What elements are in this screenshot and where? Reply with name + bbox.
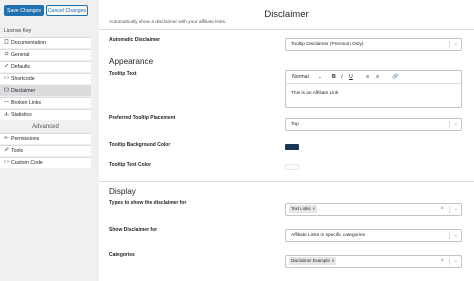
sidebar-item-label: Defaults <box>11 64 31 70</box>
key-icon <box>4 136 9 139</box>
select-separator <box>449 232 450 239</box>
sidebar-item-label: Disclaimer <box>11 88 36 94</box>
code-icon <box>4 159 9 164</box>
format-select[interactable]: Normal <box>292 74 309 80</box>
bg-color-swatch[interactable] <box>285 144 299 150</box>
appearance-heading: Appearance <box>109 57 154 66</box>
sidebar-item-documentation[interactable]: Documentation <box>0 37 91 48</box>
chevron-down-icon[interactable]: ⌄ <box>318 74 322 80</box>
broken-link-icon <box>4 101 9 102</box>
divider <box>99 29 474 30</box>
bold-icon[interactable]: B <box>332 74 336 80</box>
sidebar-item-label: Statistics <box>11 112 32 118</box>
sidebar-item-defaults[interactable]: Defaults <box>0 61 91 72</box>
tag-label: Disclaimer Example <box>291 258 330 263</box>
select-separator <box>449 41 450 48</box>
select-separator <box>449 258 450 265</box>
bg-color-label: Tooltip Background Color <box>109 142 171 148</box>
editor-toolbar: Normal ⌄ B I U ≡ ≡ 🔗 <box>286 71 461 84</box>
sidebar-item-license-key[interactable]: License Key <box>4 28 31 34</box>
page-description: Automatically show a disclaimer with you… <box>109 20 227 25</box>
sidebar-item-tools[interactable]: Tools <box>0 145 91 156</box>
chevron-down-icon: ⌄ <box>453 41 458 47</box>
save-changes-button[interactable]: Save Changes <box>4 5 44 16</box>
placement-select[interactable]: Top ⌄ <box>285 118 462 131</box>
show-for-value: Affiliate Links in specific categories <box>291 233 366 238</box>
shortcode-icon <box>4 75 9 80</box>
show-for-label: Show Disclaimer for <box>109 227 158 233</box>
tooltip-text-editor[interactable]: Normal ⌄ B I U ≡ ≡ 🔗 This is an Affiliat… <box>285 70 462 108</box>
sidebar-item-statistics[interactable]: Statistics <box>0 109 91 120</box>
sidebar-item-permissions[interactable]: Permissions <box>0 133 91 144</box>
link-icon[interactable]: 🔗 <box>392 74 398 80</box>
automatic-disclaimer-label: Automatic Disclaimer <box>109 37 161 43</box>
remove-tag-icon[interactable]: × <box>332 258 335 263</box>
chevron-down-icon: ⌄ <box>453 121 458 127</box>
clear-icon[interactable]: × <box>440 204 444 215</box>
sidebar-item-label: Custom Code <box>11 160 43 166</box>
clear-icon[interactable]: × <box>440 256 444 267</box>
gear-icon <box>4 51 9 56</box>
sidebar-item-label: Documentation <box>11 40 46 46</box>
types-multiselect[interactable]: Text Links × × ⌄ <box>285 203 462 216</box>
sidebar: Save Changes Cancel Changes License Key … <box>0 0 91 281</box>
select-separator <box>449 206 450 213</box>
sidebar-item-general[interactable]: General <box>0 49 91 60</box>
page-title: Disclaimer <box>264 9 309 20</box>
sidebar-item-label: General <box>11 52 30 58</box>
sidebar-item-label: Permissions <box>11 136 40 142</box>
types-label: Types to show the disclaimer for <box>109 200 187 206</box>
categories-label: Categories <box>109 252 135 258</box>
chevron-down-icon: ⌄ <box>453 232 458 238</box>
disclaimer-icon <box>4 87 9 92</box>
show-for-select[interactable]: Affiliate Links in specific categories ⌄ <box>285 229 462 242</box>
sidebar-item-label: Shortcode <box>11 76 35 82</box>
tooltip-text-label: Tooltip Text <box>109 71 137 77</box>
chart-icon <box>4 112 9 116</box>
divider <box>99 181 474 182</box>
selected-tag: Disclaimer Example × <box>289 257 337 265</box>
pencil-icon <box>4 63 9 68</box>
text-color-label: Tooltip Text Color <box>109 162 152 168</box>
tooltip-text-value[interactable]: This is an Affiliate Link <box>291 91 338 96</box>
italic-icon[interactable]: I <box>341 74 343 80</box>
sidebar-item-broken-links[interactable]: Broken Links <box>0 97 91 108</box>
sidebar-item-shortcode[interactable]: Shortcode <box>0 73 91 84</box>
placement-value: Top <box>291 122 299 127</box>
wrench-icon <box>4 147 9 152</box>
tag-label: Text Links <box>291 206 311 211</box>
display-heading: Display <box>109 187 136 196</box>
sidebar-item-label: Broken Links <box>11 100 41 106</box>
placement-label: Preferred Tooltip Placement <box>109 115 176 121</box>
bullet-list-icon[interactable]: ≡ <box>376 74 379 80</box>
select-separator <box>449 121 450 128</box>
sidebar-item-label: Tools <box>11 148 24 154</box>
underline-icon[interactable]: U <box>349 74 353 80</box>
automatic-disclaimer-select[interactable]: Tooltip Disclaimer (Premium Only) ⌄ <box>285 38 462 51</box>
chevron-down-icon: ⌄ <box>453 206 458 212</box>
section-advanced: Advanced <box>32 124 59 130</box>
selected-tag: Text Links × <box>289 205 318 213</box>
text-color-swatch[interactable] <box>285 164 299 170</box>
ordered-list-icon[interactable]: ≡ <box>366 74 369 80</box>
cancel-changes-button[interactable]: Cancel Changes <box>46 5 88 16</box>
categories-multiselect[interactable]: Disclaimer Example × × ⌄ <box>285 255 462 268</box>
sidebar-item-disclaimer[interactable]: Disclaimer <box>0 85 91 96</box>
document-icon <box>4 39 9 44</box>
settings-panel: Disclaimer Automatically show a disclaim… <box>99 0 474 281</box>
remove-tag-icon[interactable]: × <box>313 206 316 211</box>
chevron-down-icon: ⌄ <box>453 258 458 264</box>
automatic-disclaimer-value: Tooltip Disclaimer (Premium Only) <box>291 42 364 47</box>
sidebar-item-custom-code[interactable]: Custom Code <box>0 157 91 168</box>
